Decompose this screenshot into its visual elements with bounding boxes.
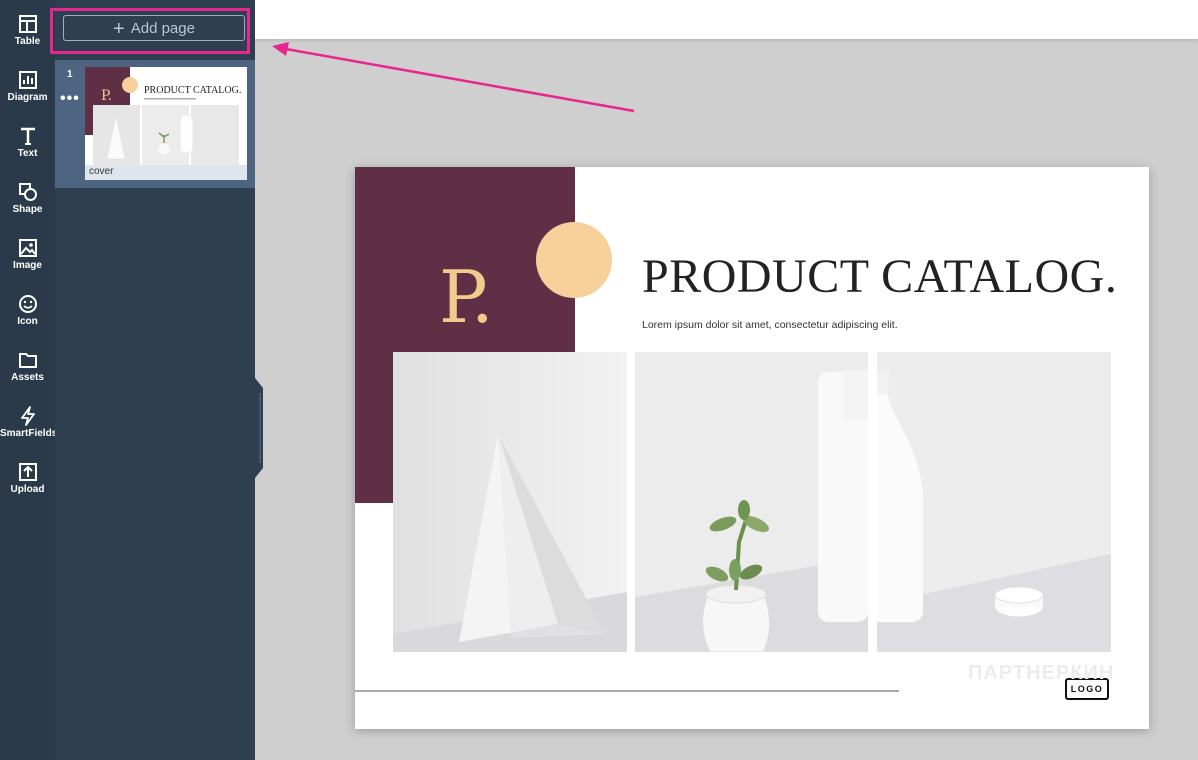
thumbnail-name-bar: cover [85, 165, 247, 180]
lightning-icon [20, 406, 35, 426]
upload-icon [18, 463, 37, 481]
page-number: 1 [67, 69, 73, 80]
pages-panel: + Add page 1 ••• P. PRODUCT CATALOG. cov… [55, 0, 255, 760]
shape-icon [18, 183, 37, 201]
folder-icon [18, 353, 37, 368]
page-options-icon[interactable]: ••• [60, 90, 80, 108]
tool-sidebar: Table Diagram Text Shape Image Icon Asse… [0, 0, 58, 760]
peach-circle [536, 222, 612, 298]
icon-tool[interactable]: Icon [0, 294, 55, 350]
text-tool-label: Text [17, 148, 38, 159]
top-toolbar [255, 0, 1198, 39]
text-icon [20, 127, 35, 145]
table-icon [18, 15, 37, 33]
photo-bottle[interactable] [877, 352, 1111, 652]
icon-tool-label: Icon [17, 316, 38, 327]
diagram-tool-label: Diagram [7, 92, 48, 103]
photo-succulent[interactable] [635, 352, 868, 652]
svg-text:PRODUCT CATALOG.: PRODUCT CATALOG. [144, 85, 241, 96]
panel-collapse-handle[interactable] [255, 378, 265, 478]
text-tool[interactable]: Text [0, 126, 55, 182]
upload-tool-label: Upload [10, 484, 45, 495]
page-list-item[interactable]: 1 ••• P. PRODUCT CATALOG. cover [55, 60, 255, 188]
svg-text:P.: P. [101, 88, 112, 104]
diagram-icon [18, 71, 37, 89]
table-tool-label: Table [14, 36, 41, 47]
shape-tool[interactable]: Shape [0, 182, 55, 238]
assets-tool-label: Assets [11, 372, 44, 383]
assets-tool[interactable]: Assets [0, 350, 55, 406]
upload-tool[interactable]: Upload [0, 462, 55, 518]
watermark: ПАРТНЕРКИН [968, 662, 1115, 684]
image-icon [18, 239, 37, 257]
table-tool[interactable]: Table [0, 14, 55, 70]
thumbnail-preview: P. PRODUCT CATALOG. [85, 67, 241, 174]
image-tool[interactable]: Image [0, 238, 55, 294]
smartfields-tool-label: SmartFields [0, 428, 58, 439]
page-name: cover [89, 166, 114, 177]
monogram: P. [439, 255, 494, 339]
page-thumbnail[interactable]: P. PRODUCT CATALOG. cover [85, 67, 247, 180]
annotation-highlight [50, 8, 250, 54]
document-page[interactable]: P. PRODUCT CATALOG. Lorem ipsum dolor si… [355, 167, 1149, 729]
smartfields-tool[interactable]: SmartFields [0, 406, 58, 462]
image-tool-label: Image [13, 260, 42, 271]
footer-rule [355, 690, 899, 692]
document-subtitle[interactable]: Lorem ipsum dolor sit amet, consectetur … [642, 319, 898, 331]
photo-pyramid[interactable] [393, 352, 627, 652]
document-title[interactable]: PRODUCT CATALOG. [642, 249, 1117, 304]
diagram-tool[interactable]: Diagram [0, 70, 55, 126]
smiley-icon [18, 295, 37, 313]
shape-tool-label: Shape [12, 204, 43, 215]
